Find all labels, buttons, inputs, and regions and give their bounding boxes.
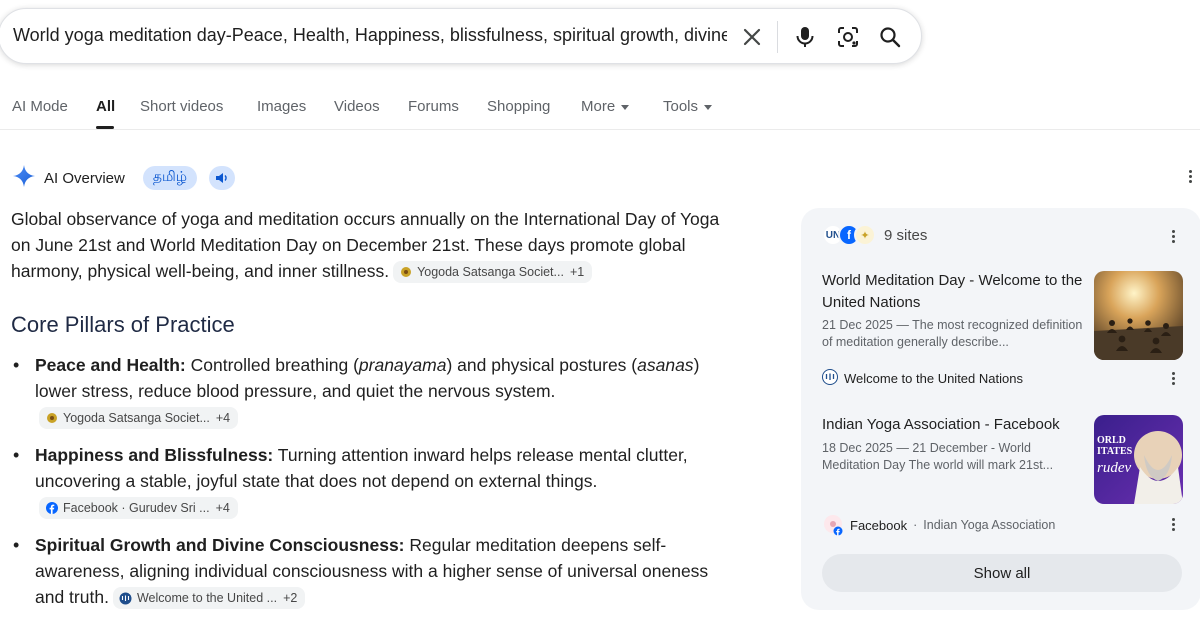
lens-icon[interactable] <box>834 23 862 51</box>
bullet-emphasis: pranayama <box>358 355 447 375</box>
yss-logo-icon <box>399 266 412 279</box>
more-vert-icon[interactable] <box>1171 372 1175 385</box>
more-vert-icon[interactable] <box>1171 518 1175 531</box>
citation-source: Yogoda Satsanga Societ... <box>417 265 564 280</box>
list-item: Peace and Health: Controlled breathing (… <box>11 352 731 430</box>
citation-chip[interactable]: Welcome to the United ... +2 <box>112 587 306 610</box>
yss-logo-icon: ✦ <box>854 224 876 246</box>
source-thumbnail[interactable] <box>1094 271 1183 360</box>
source-thumbnail[interactable]: ORLD ITATES rudev <box>1094 415 1183 504</box>
sites-count: 9 sites <box>884 226 928 244</box>
chevron-down-icon <box>704 104 713 110</box>
sources-header[interactable]: UN f ✦ 9 sites <box>822 224 927 246</box>
search-icon[interactable] <box>876 23 904 51</box>
citation-chip[interactable]: Yogoda Satsanga Societ... +1 <box>393 261 593 284</box>
source-title[interactable]: Indian Yoga Association - Facebook <box>822 414 1084 436</box>
separator-dot: · <box>913 518 918 532</box>
tab-ai-mode[interactable]: AI Mode <box>12 98 68 115</box>
tab-tools[interactable]: Tools <box>663 98 713 115</box>
intro-text: Global observance of yoga and meditation… <box>11 209 720 281</box>
sparkle-icon <box>12 164 36 193</box>
search-divider <box>777 21 778 53</box>
list-item: Spiritual Growth and Divine Consciousnes… <box>11 532 731 610</box>
list-item: Happiness and Blissfulness: Turning atte… <box>11 442 731 520</box>
citation-more: +1 <box>569 265 585 280</box>
source-site-sub: Indian Yoga Association <box>923 518 1056 532</box>
source-snippet: 21 Dec 2025 — The most recognized defini… <box>822 318 1083 349</box>
more-vert-icon[interactable] <box>1171 230 1175 243</box>
citation-source: Welcome to the United ... <box>136 591 278 606</box>
tab-more-label: More <box>581 98 616 115</box>
search-tabs: AI Mode All Short videos Images Videos F… <box>0 92 1200 130</box>
more-vert-icon[interactable] <box>1188 170 1192 183</box>
bullet-heading: Peace and Health: <box>35 355 186 375</box>
overview-intro: Global observance of yoga and meditation… <box>11 206 731 284</box>
source-snippet: 18 Dec 2025 — 21 December - World Medita… <box>822 441 1054 472</box>
mic-icon[interactable] <box>791 23 819 51</box>
pillars-list: Peace and Health: Controlled breathing (… <box>11 352 731 619</box>
facebook-icon <box>822 514 844 536</box>
tab-tools-label: Tools <box>663 98 699 115</box>
tab-shopping[interactable]: Shopping <box>487 98 550 115</box>
facebook-icon <box>45 502 58 515</box>
section-title: Core Pillars of Practice <box>11 312 235 337</box>
tab-short-videos[interactable]: Short videos <box>140 98 223 115</box>
show-all-button[interactable]: Show all <box>822 554 1182 592</box>
sources-panel: UN f ✦ 9 sites World Meditation Day - We… <box>801 208 1200 610</box>
citation-more: +4 <box>215 411 231 426</box>
speaker-icon[interactable] <box>209 166 236 190</box>
search-bar[interactable]: World yoga meditation day-Peace, Health,… <box>0 8 922 64</box>
tab-forums[interactable]: Forums <box>408 98 459 115</box>
tab-more[interactable]: More <box>581 98 630 115</box>
source-site-name: Facebook <box>850 517 908 533</box>
citation-more: +4 <box>215 501 230 516</box>
bullet-text: Controlled breathing ( <box>185 355 359 375</box>
bullet-heading: Spiritual Growth and Divine Consciousnes… <box>35 535 405 555</box>
citation-more: +2 <box>283 591 298 606</box>
search-input[interactable]: World yoga meditation day-Peace, Health,… <box>13 25 727 46</box>
ai-overview-header: AI Overview தமிழ் <box>12 164 236 193</box>
un-logo-icon <box>119 592 132 605</box>
un-logo-icon <box>822 369 838 388</box>
source-site[interactable]: Welcome to the United Nations <box>822 369 1023 388</box>
yss-logo-icon <box>45 412 58 425</box>
svg-text:ORLD: ORLD <box>1097 435 1126 446</box>
tab-images[interactable]: Images <box>257 98 306 115</box>
active-tab-indicator <box>96 126 114 129</box>
language-chip[interactable]: தமிழ் <box>142 166 198 190</box>
svg-text:rudev: rudev <box>1097 460 1131 476</box>
bullet-text: ) and physical postures ( <box>446 355 638 375</box>
citation-chip[interactable]: Yogoda Satsanga Societ... +4 <box>39 407 239 430</box>
ai-overview-title: AI Overview <box>44 169 125 187</box>
bullet-heading: Happiness and Blissfulness: <box>35 445 274 465</box>
source-title[interactable]: World Meditation Day - Welcome to the Un… <box>822 270 1084 314</box>
chevron-down-icon <box>621 104 630 110</box>
source-site-name: Welcome to the United Nations <box>844 371 1023 386</box>
tab-videos[interactable]: Videos <box>334 98 380 115</box>
citation-source: Facebook · Gurudev Sri ... <box>63 501 210 516</box>
source-site[interactable]: Facebook · Indian Yoga Association <box>822 514 1055 536</box>
citation-source: Yogoda Satsanga Societ... <box>63 411 210 426</box>
svg-text:ITATES: ITATES <box>1097 446 1133 457</box>
tab-all[interactable]: All <box>96 98 115 115</box>
citation-chip[interactable]: Facebook · Gurudev Sri ... +4 <box>39 497 238 520</box>
bullet-emphasis: asanas <box>637 355 694 375</box>
ai-overview-body: Global observance of yoga and meditation… <box>11 206 731 610</box>
close-icon[interactable] <box>738 23 766 51</box>
